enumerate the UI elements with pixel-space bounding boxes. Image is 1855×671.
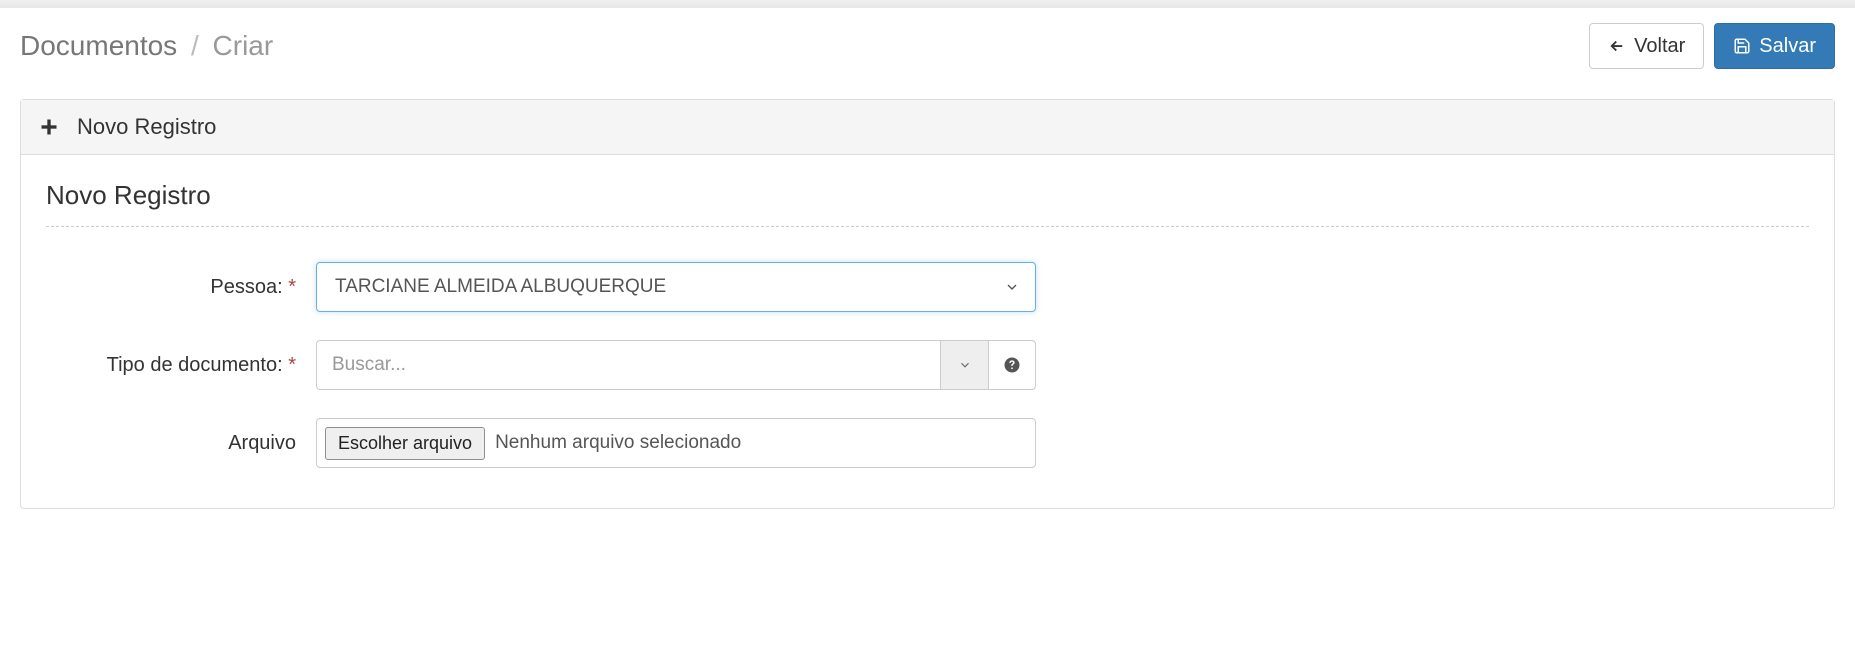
back-button[interactable]: Voltar — [1589, 23, 1704, 69]
required-marker: * — [288, 354, 296, 376]
form-row-tipo-documento: Tipo de documento: * — [46, 340, 1809, 390]
save-button[interactable]: Salvar — [1714, 23, 1835, 69]
panel-body: Novo Registro Pessoa: * TARCIANE ALMEIDA… — [21, 155, 1834, 508]
tipo-documento-combo — [316, 340, 1036, 390]
file-status-text: Nenhum arquivo selecionado — [495, 432, 741, 454]
tipo-documento-label-text: Tipo de documento: — [107, 354, 283, 376]
form-panel: Novo Registro Novo Registro Pessoa: * TA… — [20, 99, 1835, 509]
save-icon — [1733, 37, 1751, 55]
tipo-documento-input-col — [316, 340, 1036, 390]
header-row: Documentos / Criar Voltar Salvar — [20, 23, 1835, 69]
breadcrumb-root[interactable]: Documentos — [20, 30, 177, 61]
arquivo-input-col: Escolher arquivo Nenhum arquivo selecion… — [316, 418, 1036, 468]
form-row-pessoa: Pessoa: * TARCIANE ALMEIDA ALBUQUERQUE — [46, 262, 1809, 312]
pessoa-label: Pessoa: * — [46, 276, 316, 299]
pessoa-label-text: Pessoa: — [210, 276, 282, 298]
breadcrumb-current: Criar — [213, 30, 274, 61]
file-input-wrapper[interactable]: Escolher arquivo Nenhum arquivo selecion… — [316, 418, 1036, 468]
top-gradient-bar — [0, 0, 1855, 8]
pessoa-select[interactable]: TARCIANE ALMEIDA ALBUQUERQUE — [316, 262, 1036, 312]
back-button-label: Voltar — [1634, 32, 1685, 60]
arquivo-label: Arquivo — [46, 432, 316, 455]
question-icon — [1003, 356, 1021, 374]
pessoa-select-value: TARCIANE ALMEIDA ALBUQUERQUE — [316, 262, 1036, 312]
save-button-label: Salvar — [1759, 32, 1816, 60]
tipo-documento-label: Tipo de documento: * — [46, 354, 316, 377]
arquivo-label-text: Arquivo — [228, 432, 296, 454]
pessoa-input-col: TARCIANE ALMEIDA ALBUQUERQUE — [316, 262, 1036, 312]
page-container: Documentos / Criar Voltar Salvar — [0, 8, 1855, 539]
breadcrumb-separator: / — [191, 30, 199, 61]
action-buttons: Voltar Salvar — [1589, 23, 1835, 69]
help-button[interactable] — [988, 340, 1036, 390]
chevron-down-icon — [958, 358, 972, 372]
required-marker: * — [288, 276, 296, 298]
choose-file-button[interactable]: Escolher arquivo — [325, 427, 485, 460]
section-title: Novo Registro — [46, 180, 1809, 227]
tipo-documento-input[interactable] — [316, 340, 940, 390]
plus-icon — [39, 117, 59, 137]
arrow-left-icon — [1608, 37, 1626, 55]
combo-dropdown-button[interactable] — [940, 340, 988, 390]
breadcrumb: Documentos / Criar — [20, 30, 273, 62]
panel-heading[interactable]: Novo Registro — [21, 100, 1834, 155]
form-row-arquivo: Arquivo Escolher arquivo Nenhum arquivo … — [46, 418, 1809, 468]
panel-heading-text: Novo Registro — [77, 114, 216, 140]
